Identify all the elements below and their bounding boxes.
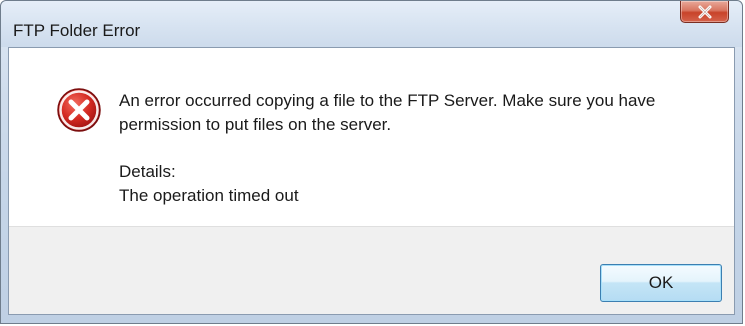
details-label: Details: <box>119 162 176 181</box>
ok-button[interactable]: OK <box>600 264 722 302</box>
dialog-window: FTP Folder Error An error occurred copyi… <box>0 0 743 324</box>
window-title: FTP Folder Error <box>13 21 141 40</box>
error-icon <box>57 88 101 132</box>
close-button[interactable] <box>680 1 729 23</box>
close-icon <box>698 5 711 18</box>
error-message: An error occurred copying a file to the … <box>119 91 656 134</box>
details-text: The operation timed out <box>119 186 299 205</box>
dialog-content: An error occurred copying a file to the … <box>8 47 735 315</box>
title-bar[interactable]: FTP Folder Error <box>1 1 742 47</box>
